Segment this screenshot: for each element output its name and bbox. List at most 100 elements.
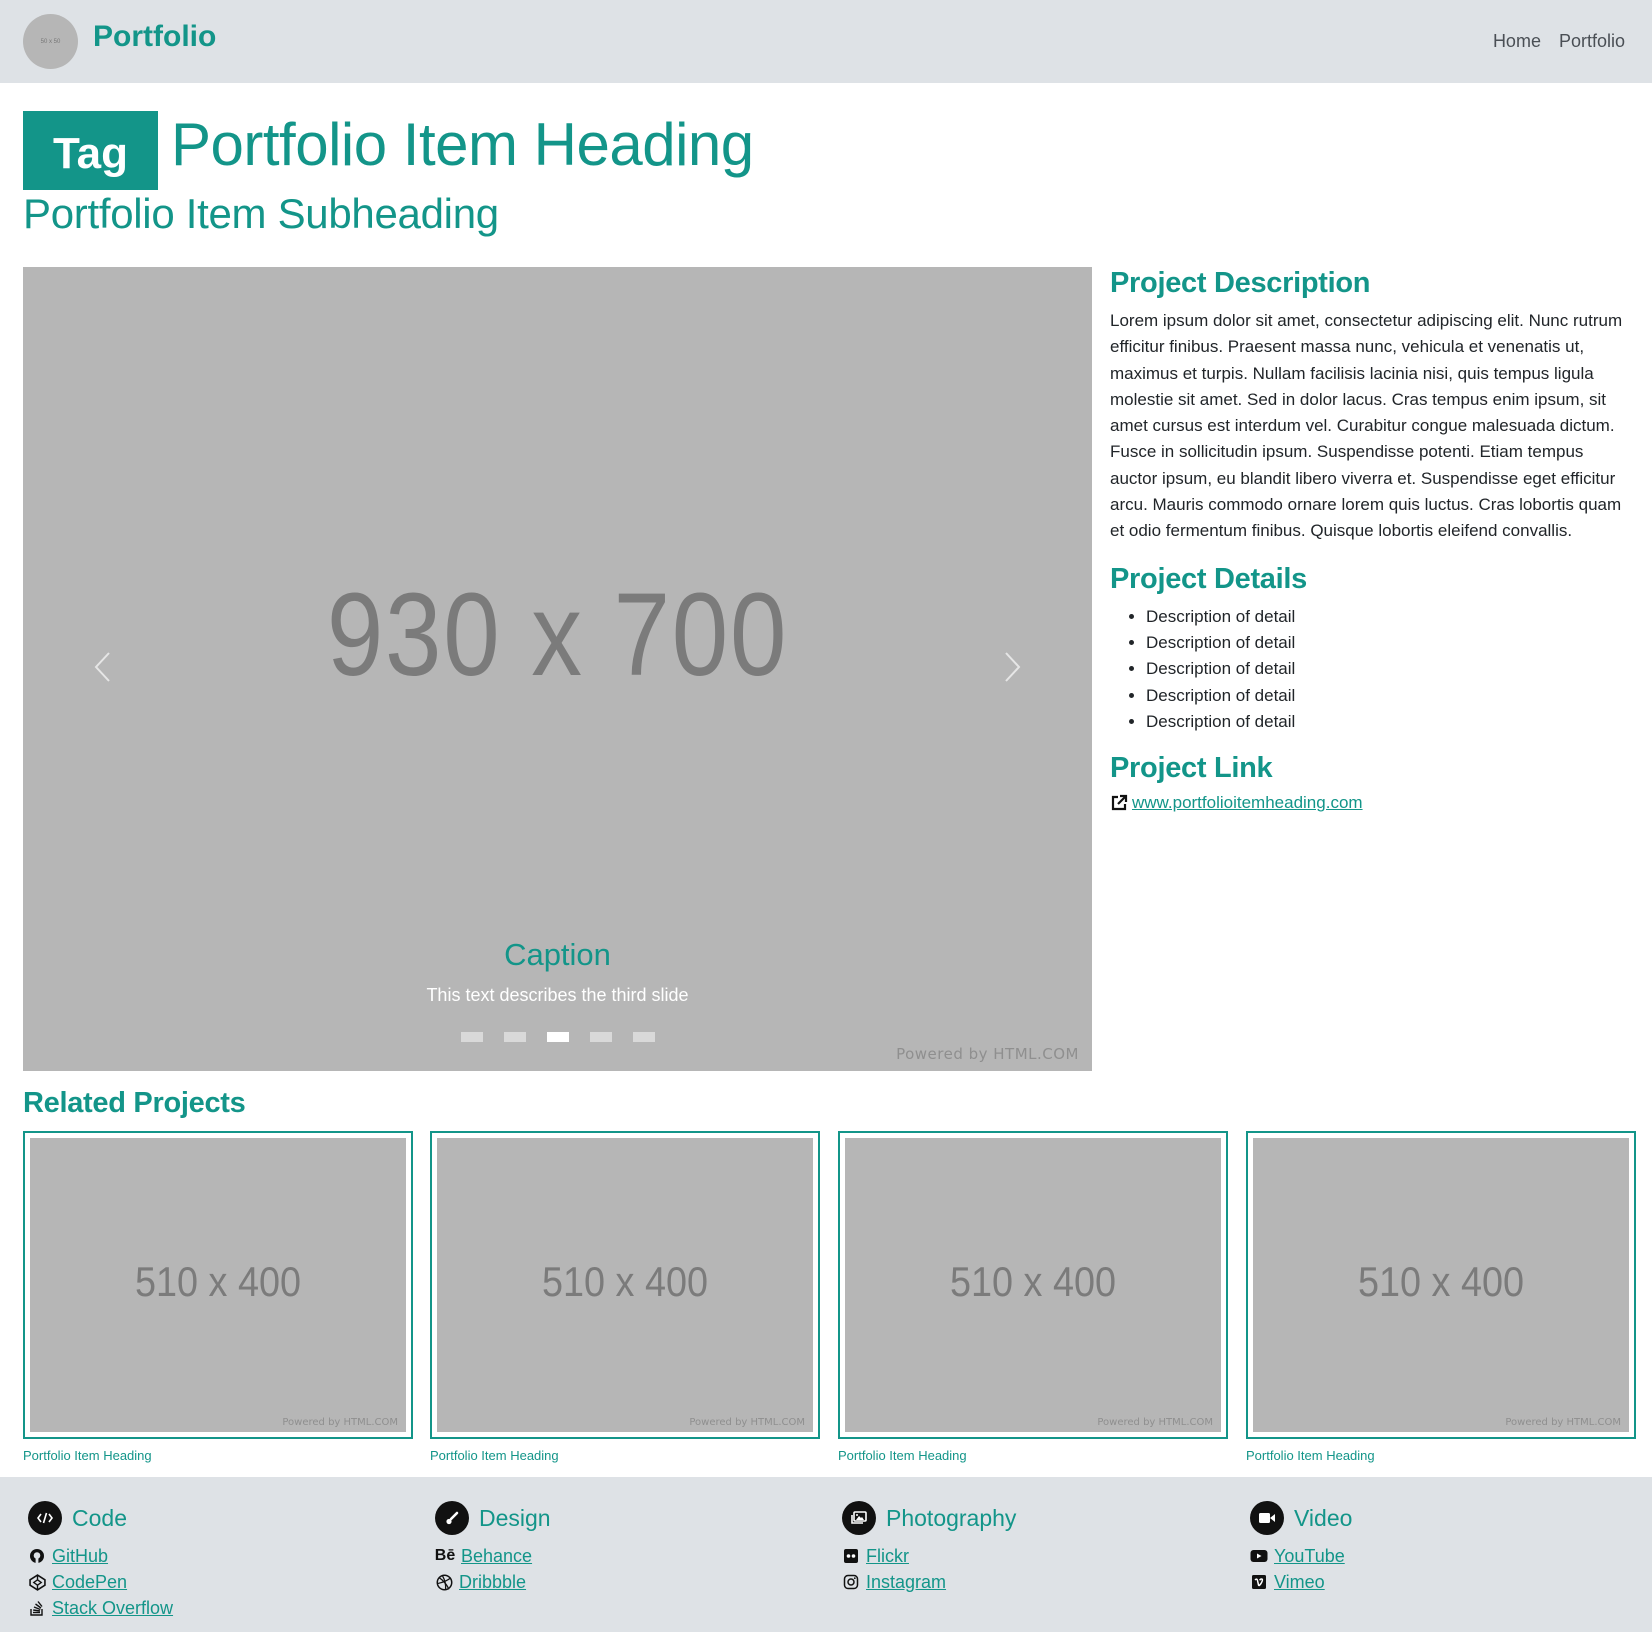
nav-home[interactable]: Home [1493,31,1541,52]
powered-by-text: Powered by HTML.COM [282,1417,398,1428]
placeholder-image: 510 x 400 Powered by HTML.COM [845,1138,1221,1432]
chevron-right-icon [1005,652,1021,682]
brand-link[interactable]: Portfolio [93,20,216,54]
related-heading: Related Projects [23,1087,246,1119]
stack-overflow-icon [28,1599,46,1617]
related-caption-link[interactable]: Portfolio Item Heading [1246,1448,1636,1463]
vimeo-link[interactable]: Vimeo [1274,1572,1325,1593]
footer-title: Video [1294,1504,1353,1531]
footer-link-row: CodePen [28,1569,173,1595]
related-caption-link[interactable]: Portfolio Item Heading [430,1448,820,1463]
detail-item: Description of detail [1146,604,1630,630]
powered-by-text: Powered by HTML.COM [689,1417,805,1428]
nav-portfolio[interactable]: Portfolio [1559,31,1625,52]
related-thumbnail[interactable]: 510 x 400 Powered by HTML.COM [1246,1131,1636,1439]
footer-link-row: Stack Overflow [28,1595,173,1621]
behance-icon: Bē [434,1547,456,1564]
behance-link[interactable]: Behance [461,1546,532,1567]
image-carousel: 930 x 700 Caption This text describes th… [23,267,1092,1071]
link-heading: Project Link [1110,752,1273,785]
footer-heading: Design [435,1501,551,1535]
footer: Code GitHub CodePen Stack Overflow Desig… [0,1477,1652,1632]
carousel-indicator[interactable] [589,1032,612,1042]
youtube-icon [1250,1547,1268,1565]
footer-link-row: YouTube [1250,1543,1352,1569]
chevron-left-icon [94,652,110,682]
caption-title: Caption [504,937,611,972]
carousel-indicator[interactable] [503,1032,526,1042]
codepen-link[interactable]: CodePen [52,1572,127,1593]
placeholder-text: 510 x 400 [134,1258,302,1305]
related-card: 510 x 400 Powered by HTML.COM Portfolio … [23,1131,413,1463]
footer-heading: Code [28,1501,173,1535]
related-thumbnail[interactable]: 510 x 400 Powered by HTML.COM [23,1131,413,1439]
dribbble-icon [435,1573,453,1591]
instagram-icon [842,1573,860,1591]
description-heading: Project Description [1110,267,1371,299]
footer-title: Design [479,1504,551,1531]
external-link-icon [1111,795,1128,811]
details-list: Description of detail Description of det… [1110,604,1630,735]
video-camera-icon [1250,1501,1284,1535]
footer-heading: Photography [842,1501,1016,1535]
vimeo-icon [1250,1573,1268,1591]
footer-link-row: Dribbble [435,1569,551,1595]
code-icon [28,1501,62,1535]
footer-column-design: Design Bē Behance Dribbble [435,1501,551,1595]
flickr-icon [842,1547,860,1565]
page-subtitle: Portfolio Item Subheading [23,190,499,237]
footer-title: Code [72,1504,127,1531]
placeholder-image: 510 x 400 Powered by HTML.COM [30,1138,406,1432]
logo-image[interactable]: 50 x 50 [23,14,78,69]
caption-text: This text describes the third slide [426,985,689,1005]
carousel-prev-button[interactable] [73,637,133,697]
related-card: 510 x 400 Powered by HTML.COM Portfolio … [838,1131,1228,1463]
brush-icon [435,1501,469,1535]
carousel-indicators [23,1032,1092,1042]
logo-text: 50 x 50 [40,38,61,45]
related-card: 510 x 400 Powered by HTML.COM Portfolio … [1246,1131,1636,1463]
navbar: 50 x 50 Portfolio Home Portfolio [0,0,1652,83]
footer-link-row: Vimeo [1250,1569,1352,1595]
nav-menu: Home Portfolio [1493,31,1625,52]
project-info: Project Description Lorem ipsum dolor si… [1110,267,1630,813]
powered-by-text: Powered by HTML.COM [1505,1417,1621,1428]
related-thumbnail[interactable]: 510 x 400 Powered by HTML.COM [430,1131,820,1439]
footer-title: Photography [886,1504,1017,1531]
carousel-next-button[interactable] [982,637,1042,697]
powered-by-text: Powered by HTML.COM [1097,1417,1213,1428]
footer-link-row: Instagram [842,1569,1016,1595]
youtube-link[interactable]: YouTube [1274,1546,1345,1567]
slide-placeholder-text: 930 x 700 [326,569,789,701]
flickr-link[interactable]: Flickr [866,1546,909,1567]
placeholder-text: 510 x 400 [949,1258,1117,1305]
description-text: Lorem ipsum dolor sit amet, consectetur … [1110,311,1623,541]
project-link[interactable]: www.portfolioitemheading.com [1132,793,1363,813]
footer-column-video: Video YouTube Vimeo [1250,1501,1352,1595]
related-caption-link[interactable]: Portfolio Item Heading [838,1448,1228,1463]
instagram-link[interactable]: Instagram [866,1572,946,1593]
codepen-icon [28,1573,46,1591]
tag-badge: Tag [23,111,158,190]
carousel-indicator[interactable] [460,1032,483,1042]
detail-item: Description of detail [1146,709,1630,735]
stack-overflow-link[interactable]: Stack Overflow [52,1598,173,1619]
related-card: 510 x 400 Powered by HTML.COM Portfolio … [430,1131,820,1463]
dribbble-link[interactable]: Dribbble [459,1572,526,1593]
related-thumbnail[interactable]: 510 x 400 Powered by HTML.COM [838,1131,1228,1439]
carousel-caption: Caption This text describes the third sl… [23,937,1092,1006]
github-link[interactable]: GitHub [52,1546,108,1567]
project-link-row: www.portfolioitemheading.com [1110,793,1630,813]
footer-link-row: Bē Behance [435,1543,551,1569]
carousel-indicator-active[interactable] [546,1032,569,1042]
related-caption-link[interactable]: Portfolio Item Heading [23,1448,413,1463]
page-title: Portfolio Item Heading [171,111,754,178]
detail-item: Description of detail [1146,630,1630,656]
placeholder-text: 510 x 400 [541,1258,709,1305]
powered-by-text: Powered by HTML.COM [896,1045,1079,1063]
footer-link-row: Flickr [842,1543,1016,1569]
footer-link-row: GitHub [28,1543,173,1569]
placeholder-image: 510 x 400 Powered by HTML.COM [1253,1138,1629,1432]
detail-item: Description of detail [1146,683,1630,709]
carousel-indicator[interactable] [632,1032,655,1042]
